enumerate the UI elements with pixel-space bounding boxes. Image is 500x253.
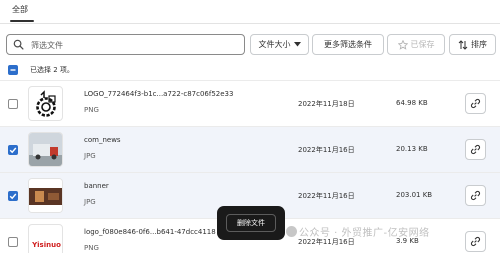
file-row[interactable]: com_news JPG 2022年11月16日 20.13 KB xyxy=(0,126,500,172)
sort-order-button[interactable]: 排序 xyxy=(449,34,496,55)
indeterminate-icon xyxy=(10,69,16,71)
file-size: 64.98 KB xyxy=(396,99,428,107)
file-type: PNG xyxy=(84,244,99,252)
file-name[interactable]: LOGO_772464f3-b1c...a722-c87c06f52e33 xyxy=(84,90,233,98)
caret-down-icon xyxy=(293,42,301,47)
search-placeholder: 筛选文件 xyxy=(31,41,63,50)
file-date: 2022年11月18日 xyxy=(298,100,355,108)
watermark-text: 公众号 · 外贸推广-亿安网络 xyxy=(299,228,430,239)
file-date: 2022年11月16日 xyxy=(298,192,355,200)
delete-files-button[interactable]: 删除文件 xyxy=(226,214,276,232)
saved-button[interactable]: 已保存 xyxy=(387,34,445,55)
file-thumbnail xyxy=(28,178,63,213)
file-name[interactable]: banner xyxy=(84,182,109,190)
tab-bar: 全部 xyxy=(0,0,500,24)
sort-arrows-icon xyxy=(458,39,468,50)
bulk-selection-bar: 已选择 2 项。 xyxy=(0,62,500,78)
watermark: 公众号 · 外贸推广-亿安网络 xyxy=(286,224,430,239)
brand-logo-text: Yisinuo xyxy=(31,241,61,249)
banner-photo-thumbnail xyxy=(29,179,62,212)
row-checkbox[interactable] xyxy=(8,145,18,155)
sort-field-dropdown[interactable]: 文件大小 xyxy=(250,34,309,55)
star-icon xyxy=(397,39,408,50)
truck-photo-thumbnail xyxy=(29,133,62,166)
saved-label: 已保存 xyxy=(410,40,435,49)
wechat-icon xyxy=(286,226,297,237)
selection-count: 已选择 2 项。 xyxy=(30,66,74,74)
bulk-action-popover: 删除文件 xyxy=(217,206,285,240)
checkmark-icon xyxy=(9,147,17,154)
file-thumbnail xyxy=(28,86,63,121)
tab-all[interactable]: 全部 xyxy=(12,4,28,15)
file-type: JPG xyxy=(84,198,96,206)
more-filters-button[interactable]: 更多筛选条件 xyxy=(312,34,384,55)
checkmark-icon xyxy=(9,193,17,200)
search-icon xyxy=(13,39,24,50)
file-type: JPG xyxy=(84,152,96,160)
row-checkbox[interactable] xyxy=(8,191,18,201)
file-date: 2022年11月16日 xyxy=(298,146,355,154)
brand-logo-thumbnail: Yisinuo xyxy=(31,241,61,249)
sort-field-label: 文件大小 xyxy=(258,40,291,49)
file-size: 203.01 KB xyxy=(396,191,433,199)
copy-link-button[interactable] xyxy=(465,139,486,160)
file-name[interactable]: com_news xyxy=(84,136,121,144)
sort-order-label: 排序 xyxy=(471,40,487,49)
copy-link-button[interactable] xyxy=(465,93,486,114)
copy-link-button[interactable] xyxy=(465,231,486,252)
file-name[interactable]: logo_f080e846-0f6...b641-47dcc4118 xyxy=(84,228,216,236)
link-icon xyxy=(470,144,481,155)
link-icon xyxy=(470,98,481,109)
row-checkbox[interactable] xyxy=(8,99,18,109)
file-thumbnail: Yisinuo xyxy=(28,224,63,253)
select-all-checkbox[interactable] xyxy=(8,65,18,75)
file-thumbnail xyxy=(28,132,63,167)
more-filters-label: 更多筛选条件 xyxy=(324,40,372,49)
row-checkbox[interactable] xyxy=(8,237,18,247)
active-tab-indicator xyxy=(10,20,34,22)
file-row[interactable]: LOGO_772464f3-b1c...a722-c87c06f52e33 PN… xyxy=(0,80,500,126)
link-icon xyxy=(470,190,481,201)
file-size: 20.13 KB xyxy=(396,145,428,153)
link-icon xyxy=(470,236,481,247)
search-input[interactable]: 筛选文件 xyxy=(6,34,245,55)
copy-link-button[interactable] xyxy=(465,185,486,206)
file-type: PNG xyxy=(84,106,99,114)
gear-logo-thumbnail xyxy=(36,90,56,117)
